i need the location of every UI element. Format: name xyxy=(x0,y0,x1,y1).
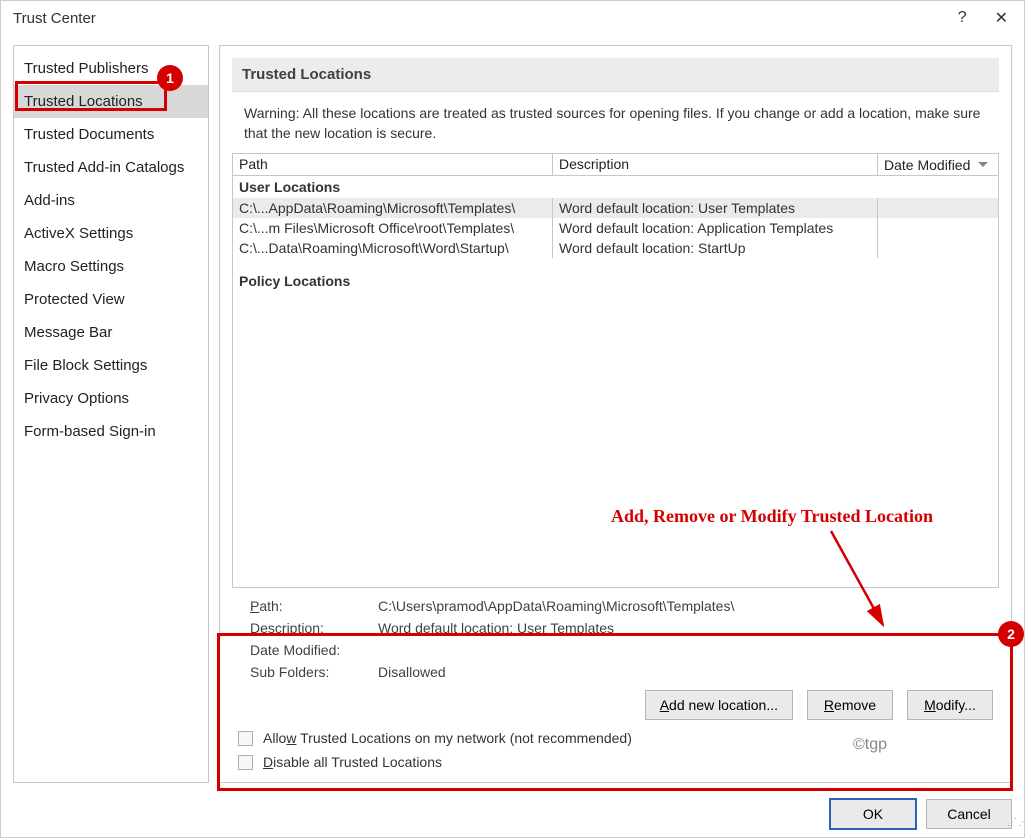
help-button[interactable]: ? xyxy=(958,9,967,27)
detail-label-desc: Description: xyxy=(250,620,368,636)
sidebar-item-macro-settings[interactable]: Macro Settings xyxy=(14,250,208,283)
watermark: ©tgp xyxy=(853,736,887,754)
location-actions: Add new location... Remove Modify... xyxy=(232,680,999,720)
sidebar-item-add-ins[interactable]: Add-ins xyxy=(14,184,208,217)
resize-grip-icon[interactable]: ⋰⋰ xyxy=(1007,820,1021,834)
sidebar-item-label: Message Bar xyxy=(24,324,112,341)
section-header: Trusted Locations xyxy=(232,58,999,92)
sidebar-item-label: Trusted Publishers xyxy=(24,60,149,77)
group-policy-locations: Policy Locations xyxy=(233,270,998,292)
sidebar-item-label: Privacy Options xyxy=(24,390,129,407)
sidebar-item-label: Trusted Documents xyxy=(24,126,154,143)
detail-value-path: C:\Users\pramod\AppData\Roaming\Microsof… xyxy=(378,598,987,614)
column-description[interactable]: Description xyxy=(553,154,878,175)
locations-table: Path Description Date Modified User Loca… xyxy=(232,153,999,588)
warning-text: Warning: All these locations are treated… xyxy=(232,92,999,153)
remove-button[interactable]: Remove xyxy=(807,690,893,720)
sidebar-item-privacy-options[interactable]: Privacy Options xyxy=(14,382,208,415)
sidebar-item-label: Form-based Sign-in xyxy=(24,423,156,440)
sidebar-item-trusted-locations[interactable]: Trusted Locations xyxy=(14,85,208,118)
sidebar-item-label: Trusted Locations xyxy=(24,93,143,110)
sidebar-item-activex-settings[interactable]: ActiveX Settings xyxy=(14,217,208,250)
group-user-locations: User Locations xyxy=(233,176,998,198)
cell-date xyxy=(878,218,998,238)
column-date-label: Date Modified xyxy=(884,157,970,173)
dialog-title: Trust Center xyxy=(13,10,96,27)
table-row[interactable]: C:\...AppData\Roaming\Microsoft\Template… xyxy=(233,198,998,218)
table-row[interactable]: C:\...m Files\Microsoft Office\root\Temp… xyxy=(233,218,998,238)
sidebar-item-label: Macro Settings xyxy=(24,258,124,275)
ok-button[interactable]: OK xyxy=(830,799,916,829)
table-header: Path Description Date Modified xyxy=(233,154,998,176)
column-path[interactable]: Path xyxy=(233,154,553,175)
allow-network-label: Allow Trusted Locations on my network (n… xyxy=(263,730,632,746)
sidebar-item-label: Add-ins xyxy=(24,192,75,209)
detail-value-desc: Word default location: User Templates xyxy=(378,620,987,636)
table-row[interactable]: C:\...Data\Roaming\Microsoft\Word\Startu… xyxy=(233,238,998,258)
sidebar-item-label: ActiveX Settings xyxy=(24,225,133,242)
sidebar-item-label: Trusted Add-in Catalogs xyxy=(24,159,184,176)
sidebar-item-trusted-publishers[interactable]: Trusted Publishers xyxy=(14,52,208,85)
sidebar-item-message-bar[interactable]: Message Bar xyxy=(14,316,208,349)
main-panel: Trusted Locations Warning: All these loc… xyxy=(219,45,1012,783)
disable-all-checkbox[interactable] xyxy=(238,755,253,770)
location-details: PPath:ath: C:\Users\pramod\AppData\Roami… xyxy=(232,588,999,680)
cell-desc: Word default location: Application Templ… xyxy=(553,218,878,238)
sidebar-item-label: File Block Settings xyxy=(24,357,147,374)
detail-label-sub: Sub Folders: xyxy=(250,664,368,680)
detail-label-path: PPath:ath: xyxy=(250,598,368,614)
sidebar-item-protected-view[interactable]: Protected View xyxy=(14,283,208,316)
add-new-location-button[interactable]: Add new location... xyxy=(645,690,793,720)
cell-date xyxy=(878,238,998,258)
dialog-footer: OK Cancel xyxy=(1,791,1024,837)
dialog-body: Trusted Publishers Trusted Locations Tru… xyxy=(1,35,1024,791)
sidebar-item-trusted-addin-catalogs[interactable]: Trusted Add-in Catalogs xyxy=(14,151,208,184)
sidebar-item-file-block-settings[interactable]: File Block Settings xyxy=(14,349,208,382)
sidebar-item-trusted-documents[interactable]: Trusted Documents xyxy=(14,118,208,151)
detail-value-date xyxy=(378,642,987,658)
disable-all-locations-row[interactable]: Disable all Trusted Locations xyxy=(238,754,999,770)
sort-dropdown-icon xyxy=(978,162,988,167)
close-button[interactable]: ✕ xyxy=(989,8,1014,28)
column-date-modified[interactable]: Date Modified xyxy=(878,154,998,175)
table-body: User Locations C:\...AppData\Roaming\Mic… xyxy=(233,176,998,587)
disable-all-label: Disable all Trusted Locations xyxy=(263,754,442,770)
cell-path: C:\...AppData\Roaming\Microsoft\Template… xyxy=(233,198,553,218)
cell-path: C:\...Data\Roaming\Microsoft\Word\Startu… xyxy=(233,238,553,258)
detail-value-sub: Disallowed xyxy=(378,664,987,680)
trust-center-dialog: Trust Center ? ✕ Trusted Publishers Trus… xyxy=(0,0,1025,838)
titlebar: Trust Center ? ✕ xyxy=(1,1,1024,35)
cell-path: C:\...m Files\Microsoft Office\root\Temp… xyxy=(233,218,553,238)
sidebar-item-form-based-signin[interactable]: Form-based Sign-in xyxy=(14,415,208,448)
sidebar-item-label: Protected View xyxy=(24,291,125,308)
cell-date xyxy=(878,198,998,218)
sidebar: Trusted Publishers Trusted Locations Tru… xyxy=(13,45,209,783)
cancel-button[interactable]: Cancel xyxy=(926,799,1012,829)
cell-desc: Word default location: StartUp xyxy=(553,238,878,258)
modify-button[interactable]: Modify... xyxy=(907,690,993,720)
allow-network-checkbox[interactable] xyxy=(238,731,253,746)
cell-desc: Word default location: User Templates xyxy=(553,198,878,218)
detail-label-date: Date Modified: xyxy=(250,642,368,658)
